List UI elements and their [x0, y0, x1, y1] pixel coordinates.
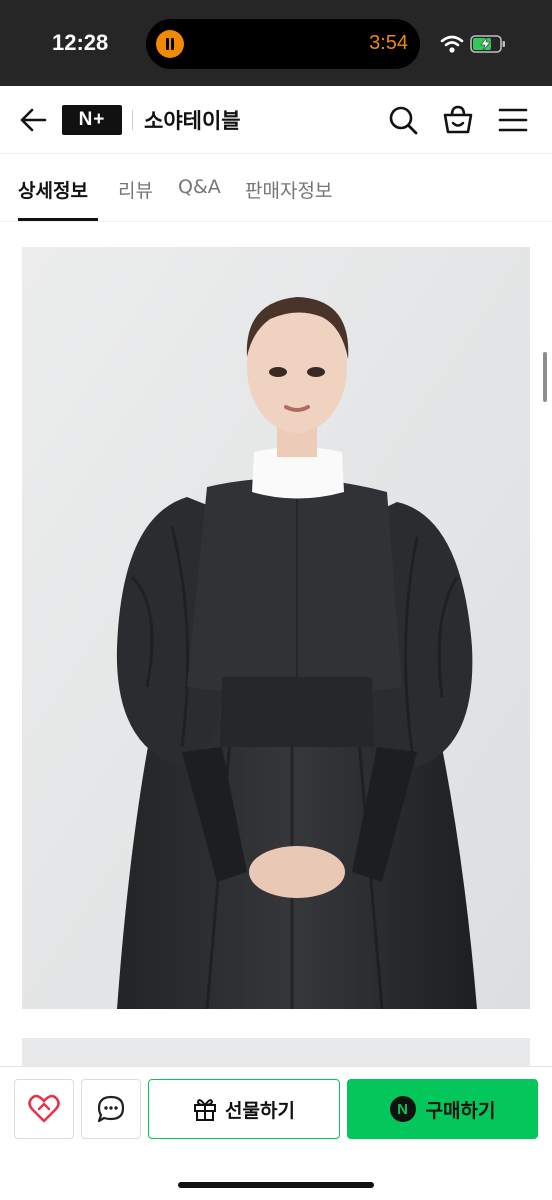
pause-icon[interactable]: [156, 30, 184, 58]
inquiry-button[interactable]: [81, 1079, 141, 1139]
activity-timer: 3:54: [369, 32, 408, 54]
wifi-icon: [440, 35, 464, 53]
naver-plus-logo[interactable]: N+: [62, 105, 122, 135]
battery-charging-icon: [470, 35, 505, 53]
buy-button-label: 구매하기: [425, 1099, 496, 1122]
dynamic-island[interactable]: 3:54: [146, 19, 420, 69]
store-name[interactable]: 소야테이블: [144, 105, 241, 135]
gift-icon: [194, 1099, 217, 1121]
menu-icon[interactable]: [498, 107, 528, 133]
status-bar: 12:28 3:54: [0, 0, 552, 86]
tab-qna[interactable]: Q&A: [178, 176, 221, 198]
tab-seller-info[interactable]: 판매자정보: [245, 176, 332, 203]
product-tabs: 상세정보 리뷰 Q&A 판매자정보: [0, 155, 552, 222]
tab-details[interactable]: 상세정보: [18, 176, 88, 203]
back-arrow-icon[interactable]: [18, 106, 48, 134]
purchase-bar: 선물하기 N 구매하기: [0, 1066, 552, 1200]
scrollbar[interactable]: [543, 352, 547, 402]
wishlist-button[interactable]: [14, 1079, 74, 1139]
status-time: 12:28: [52, 30, 109, 55]
product-photo[interactable]: [22, 247, 530, 1009]
gift-button-label: 선물하기: [225, 1099, 295, 1122]
header-divider: [132, 110, 133, 130]
shopping-bag-icon[interactable]: [442, 104, 474, 136]
search-icon[interactable]: [388, 105, 418, 135]
gift-button[interactable]: 선물하기: [148, 1079, 340, 1139]
chat-bubble-icon: [97, 1095, 125, 1123]
home-indicator[interactable]: [178, 1182, 374, 1188]
active-tab-indicator: [18, 218, 98, 221]
model-illustration: [22, 247, 530, 1009]
tab-reviews[interactable]: 리뷰: [118, 176, 153, 203]
heart-icon: [28, 1094, 60, 1123]
buy-button[interactable]: N 구매하기: [347, 1079, 538, 1139]
naver-pay-icon: N: [389, 1096, 416, 1122]
app-header: N+ 소야테이블: [0, 86, 552, 154]
